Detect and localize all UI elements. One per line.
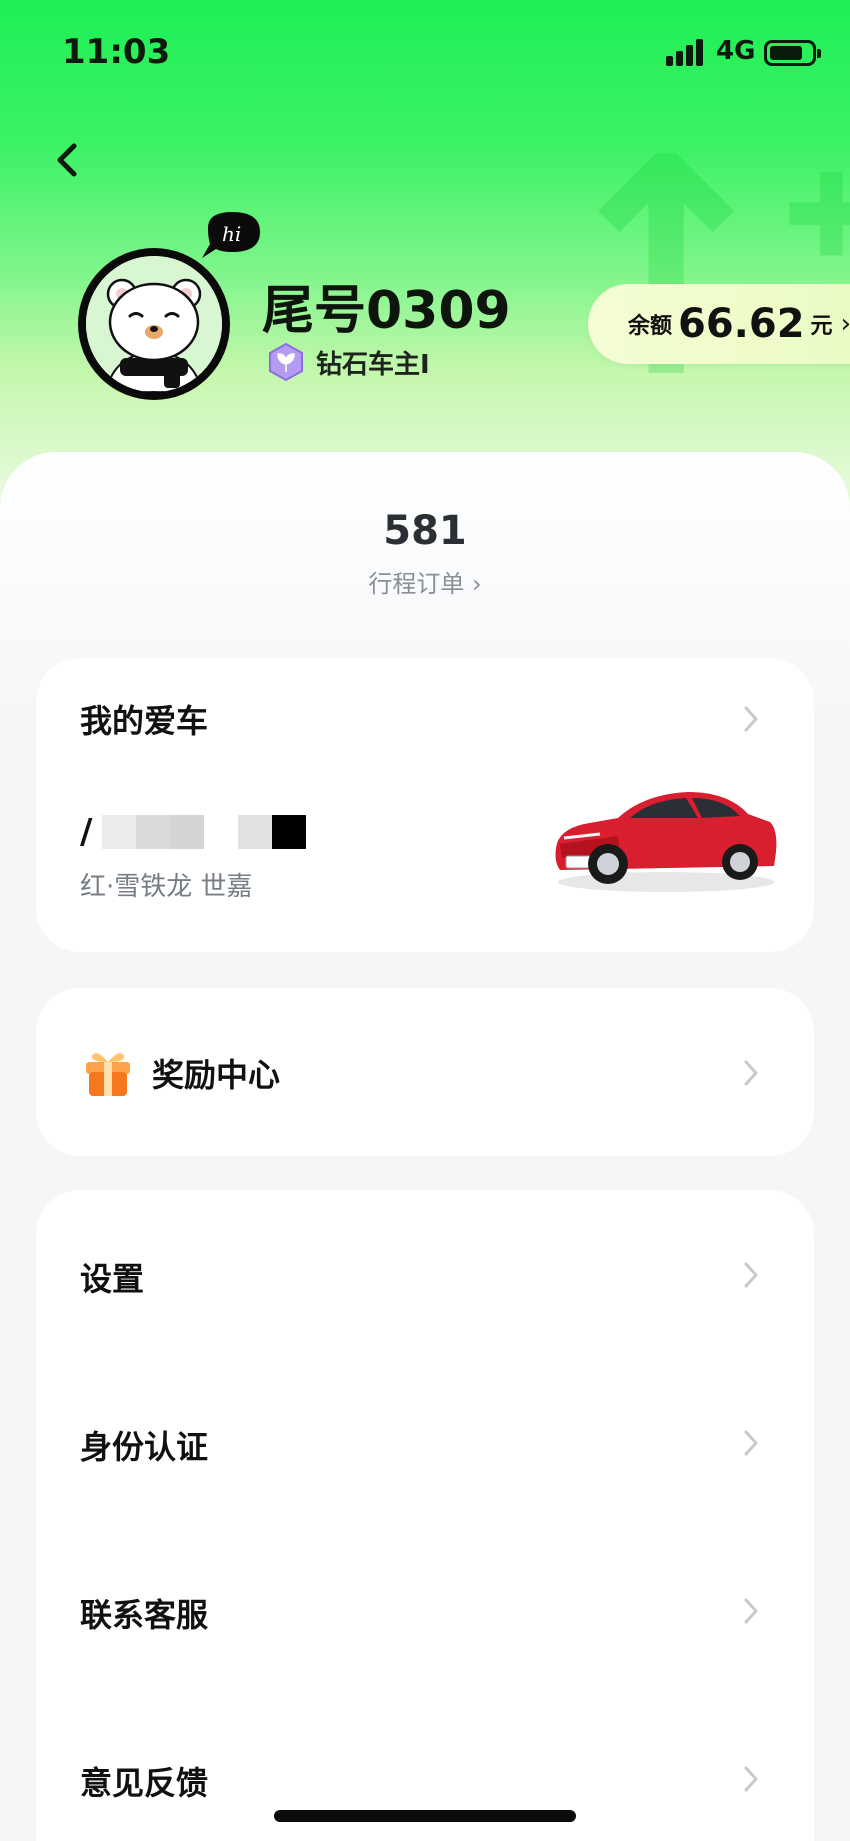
- plate-prefix: /: [80, 812, 93, 852]
- reward-center-card[interactable]: 奖励中心: [36, 988, 814, 1156]
- status-bar: 11:03 4G: [0, 0, 850, 100]
- plate-mask-pixel: [238, 815, 272, 849]
- chevron-right-icon: [744, 706, 758, 732]
- battery-level: [770, 46, 802, 60]
- reward-center-title: 奖励中心: [152, 1056, 281, 1094]
- settings-menu-card: 设置 身份认证 联系客服 意见反馈: [36, 1190, 814, 1841]
- chevron-right-icon: [744, 1766, 758, 1792]
- plate-mask-pixel: [170, 815, 204, 849]
- menu-item-label: 身份认证: [80, 1428, 209, 1466]
- signal-icon: [666, 38, 706, 66]
- watermark-graphic: ↑ᐩ: [540, 95, 850, 444]
- menu-item-label: 联系客服: [80, 1596, 209, 1634]
- menu-item-identity-verification[interactable]: 身份认证: [36, 1358, 814, 1526]
- chevron-right-icon: ›: [840, 309, 850, 339]
- chevron-right-icon: [744, 1598, 758, 1624]
- plate-mask-pixel: [102, 815, 136, 849]
- car-description: 红·雪铁龙 世嘉: [80, 872, 253, 902]
- member-level-label: 钻石车主I: [316, 349, 430, 380]
- chevron-right-icon: [744, 1430, 758, 1456]
- battery-icon: [764, 40, 821, 66]
- trip-orders[interactable]: 581 行程订单 ›: [0, 508, 850, 599]
- status-time: 11:03: [62, 32, 171, 72]
- menu-item-customer-service[interactable]: 联系客服: [36, 1526, 814, 1694]
- network-label: 4G: [716, 36, 756, 66]
- menu-item-label: 意见反馈: [80, 1764, 209, 1802]
- leaf-badge-icon: [269, 342, 303, 382]
- balance-pill[interactable]: 余额 66.62 元 ›: [588, 284, 850, 364]
- trip-orders-count: 581: [383, 508, 467, 554]
- chevron-right-icon: [744, 1060, 758, 1086]
- member-badge[interactable]: 钻石车主I: [266, 340, 430, 384]
- gift-icon: [86, 1053, 130, 1096]
- plate-mask-pixel: [136, 815, 170, 849]
- balance-unit: 元: [810, 314, 833, 339]
- menu-item-settings[interactable]: 设置: [36, 1190, 814, 1358]
- balance-value: 66.62: [678, 301, 805, 347]
- avatar[interactable]: [78, 248, 230, 400]
- back-button[interactable]: [48, 140, 88, 180]
- trip-orders-label: 行程订单 ›: [368, 570, 482, 598]
- plate-mask: [102, 815, 306, 849]
- bear-avatar-icon: [86, 256, 222, 392]
- chevron-right-icon: [744, 1262, 758, 1288]
- home-indicator[interactable]: [274, 1810, 576, 1822]
- hi-bubble-text: hi: [222, 222, 241, 246]
- my-car-title: 我的爱车: [80, 702, 209, 740]
- plate-mask-pixel: [204, 815, 238, 849]
- plate-number: /: [80, 812, 306, 852]
- username: 尾号0309: [262, 281, 511, 341]
- plate-mask-pixel: [272, 815, 306, 849]
- hi-bubble-icon: hi: [202, 212, 260, 258]
- menu-item-label: 设置: [80, 1260, 145, 1298]
- balance-label: 余额: [628, 314, 673, 339]
- my-car-card[interactable]: 我的爱车 / 红·雪铁龙 世嘉: [36, 658, 814, 952]
- car-image: [555, 792, 777, 892]
